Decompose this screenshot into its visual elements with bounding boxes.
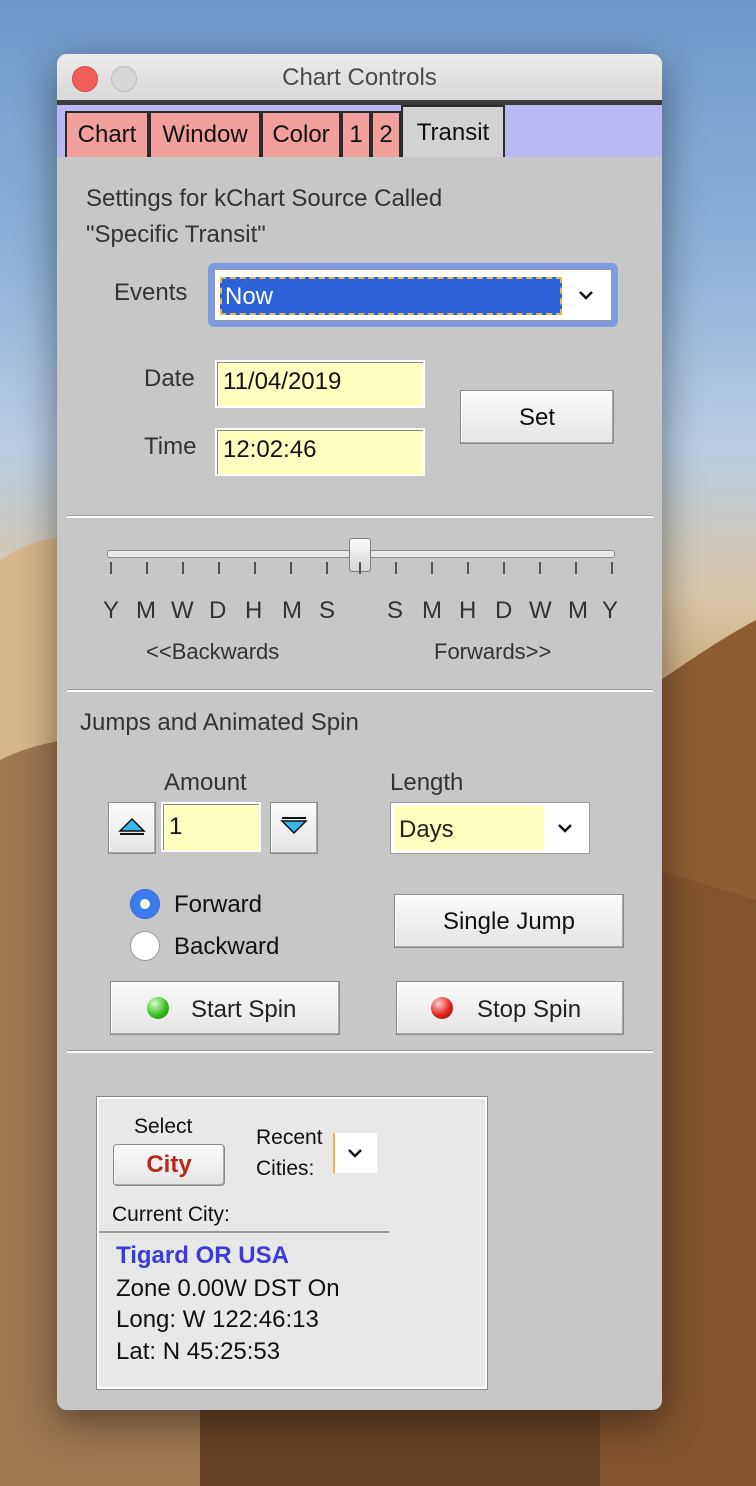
- city-latitude: Lat: N 45:25:53: [116, 1338, 281, 1365]
- tick-weeks-fwd: W: [529, 597, 552, 624]
- backward-label[interactable]: Backward: [174, 933, 279, 961]
- jumps-heading: Jumps and Animated Spin: [80, 709, 359, 736]
- backwards-label: <<Backwards: [146, 639, 280, 664]
- settings-heading: Settings for kChart Source Called: [86, 185, 443, 212]
- tick-weeks-back: W: [171, 597, 194, 624]
- city-longitude: Long: W 122:46:13: [116, 1306, 319, 1333]
- stop-spin-label: Stop Spin: [477, 996, 582, 1023]
- time-field[interactable]: 12:02:46: [215, 428, 425, 476]
- red-light-icon: [431, 997, 453, 1019]
- set-button[interactable]: Set: [460, 390, 614, 444]
- tab-window[interactable]: Window: [149, 111, 261, 157]
- tab-strip: Chart Window Color 1 2 Transit: [57, 105, 662, 157]
- tick-months-fwd: M: [568, 597, 588, 624]
- city-name: Tigard OR USA: [116, 1242, 289, 1269]
- forwards-label: Forwards>>: [434, 639, 552, 664]
- chart-controls-window: Chart Controls Chart Window Color 1 2 Tr…: [57, 54, 662, 1410]
- amount-label: Amount: [164, 769, 247, 796]
- separator-3: [67, 1050, 653, 1053]
- tick-seconds-back: S: [319, 597, 336, 624]
- tab-transit[interactable]: Transit: [401, 105, 505, 157]
- events-value: Now: [225, 283, 274, 310]
- chevron-down-icon: [579, 291, 593, 300]
- city-box: Select City Recent Cities: Current City:…: [96, 1096, 488, 1390]
- length-selected-option: Days: [394, 806, 544, 850]
- separator-1: [67, 515, 653, 518]
- length-select[interactable]: Days: [390, 802, 590, 854]
- events-select[interactable]: Now: [214, 269, 612, 321]
- events-selected-option: Now: [220, 277, 562, 315]
- tick-minutes-back: M: [282, 597, 302, 624]
- green-light-icon: [147, 997, 169, 1019]
- tick-hours-back: H: [245, 597, 263, 624]
- recent-cities-label-1: Recent: [256, 1126, 323, 1149]
- amount-increase-button[interactable]: [108, 802, 156, 854]
- tab-2[interactable]: 2: [371, 111, 401, 157]
- city-button[interactable]: City: [113, 1144, 225, 1186]
- tab-color[interactable]: Color: [261, 111, 341, 157]
- transit-panel: Settings for kChart Source Called "Speci…: [57, 157, 662, 1410]
- tick-days-fwd: D: [495, 597, 513, 624]
- tick-months-back: M: [136, 597, 156, 624]
- time-label: Time: [144, 433, 197, 460]
- length-value: Days: [399, 816, 454, 843]
- tab-chart[interactable]: Chart: [65, 111, 149, 157]
- triangle-down-icon: [280, 817, 308, 835]
- tick-minutes-fwd: M: [422, 597, 442, 624]
- stop-spin-button[interactable]: Stop Spin: [396, 981, 624, 1035]
- date-field[interactable]: 11/04/2019: [215, 360, 425, 408]
- select-label: Select: [134, 1115, 193, 1138]
- title-bar[interactable]: Chart Controls: [57, 54, 662, 101]
- amount-field[interactable]: 1: [161, 802, 261, 852]
- source-name: "Specific Transit": [86, 221, 266, 248]
- tick-hours-fwd: H: [459, 597, 477, 624]
- start-spin-button[interactable]: Start Spin: [110, 981, 340, 1035]
- radio-dot: [140, 899, 150, 909]
- city-divider: [99, 1231, 389, 1233]
- triangle-up-icon: [118, 817, 146, 835]
- city-zone: Zone 0.00W DST On: [116, 1275, 340, 1302]
- window-title: Chart Controls: [282, 64, 437, 91]
- single-jump-button[interactable]: Single Jump: [394, 894, 624, 948]
- chevron-down-icon: [558, 824, 572, 833]
- recent-cities-label-2: Cities:: [256, 1157, 315, 1180]
- tick-seconds-fwd: S: [387, 597, 404, 624]
- tick-days-back: D: [209, 597, 227, 624]
- current-city-label: Current City:: [112, 1203, 230, 1226]
- events-label: Events: [114, 279, 188, 306]
- tick-years-back: Y: [103, 597, 120, 624]
- forward-radio[interactable]: [130, 889, 160, 919]
- slider-ticks: [110, 562, 613, 574]
- recent-cities-select[interactable]: [333, 1133, 377, 1173]
- tab-1[interactable]: 1: [341, 111, 371, 157]
- amount-decrease-button[interactable]: [270, 802, 318, 854]
- tick-years-fwd: Y: [602, 597, 619, 624]
- separator-2: [67, 689, 653, 692]
- backward-radio[interactable]: [130, 931, 160, 961]
- start-spin-label: Start Spin: [191, 996, 297, 1023]
- forward-label[interactable]: Forward: [174, 891, 262, 919]
- chevron-down-icon: [348, 1149, 362, 1158]
- date-label: Date: [144, 365, 195, 392]
- length-label: Length: [390, 769, 464, 796]
